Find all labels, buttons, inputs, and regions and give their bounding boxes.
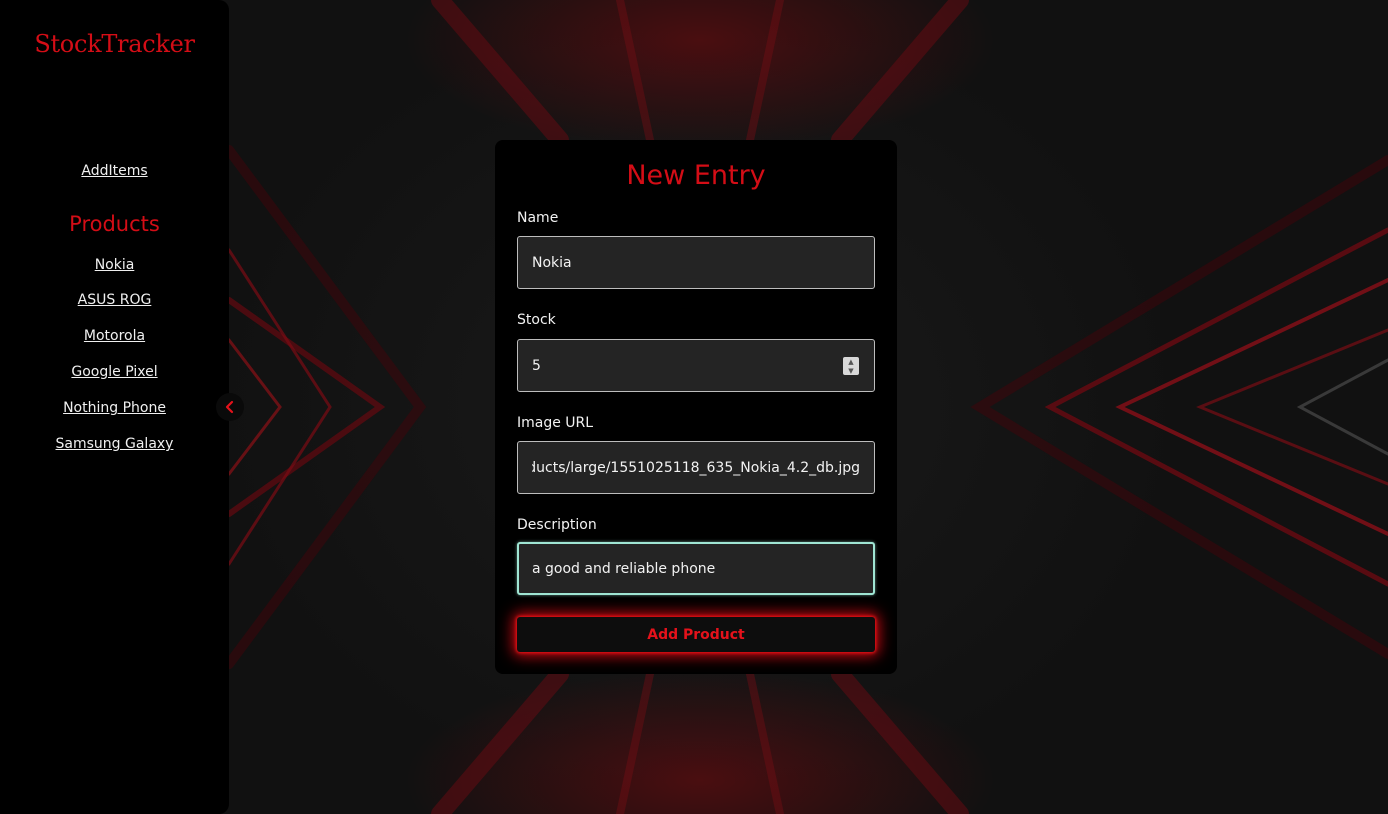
stock-input-value: 5 <box>532 357 541 374</box>
image-url-input-value: roducts/large/1551025118_635_Nokia_4.2_d… <box>532 459 860 476</box>
image-url-input[interactable]: roducts/large/1551025118_635_Nokia_4.2_d… <box>517 441 875 494</box>
chevron-left-icon <box>225 400 234 414</box>
product-link-samsung-galaxy[interactable]: Samsung Galaxy <box>0 436 229 452</box>
description-input[interactable]: a good and reliable phone <box>517 542 875 595</box>
description-label: Description <box>517 517 597 533</box>
name-input[interactable]: Nokia <box>517 236 875 289</box>
product-link-nothing-phone[interactable]: Nothing Phone <box>0 400 229 416</box>
product-link-motorola[interactable]: Motorola <box>0 328 229 344</box>
product-link-asus-rog[interactable]: ASUS ROG <box>0 292 229 308</box>
add-product-button[interactable]: Add Product <box>517 617 875 652</box>
image-url-label: Image URL <box>517 415 594 431</box>
product-link-nokia[interactable]: Nokia <box>0 257 229 273</box>
form-title: New Entry <box>626 160 766 191</box>
stock-label: Stock <box>517 312 556 328</box>
product-link-google-pixel[interactable]: Google Pixel <box>0 364 229 380</box>
description-input-value: a good and reliable phone <box>532 560 716 577</box>
nav-link-add-items[interactable]: AddItems <box>0 163 229 179</box>
products-heading: Products <box>69 212 160 236</box>
sidebar: StockTracker AddItems Products Nokia ASU… <box>0 0 229 814</box>
name-label: Name <box>517 210 559 226</box>
stepper-up-icon[interactable]: ▲ <box>843 357 859 366</box>
new-entry-form: New Entry Name Nokia Stock 5 ▲ ▼ Image U… <box>495 140 897 674</box>
brand-logo: StockTracker <box>34 30 195 58</box>
name-input-value: Nokia <box>532 254 572 271</box>
stock-stepper[interactable]: ▲ ▼ <box>843 357 859 375</box>
stepper-down-icon[interactable]: ▼ <box>843 366 859 375</box>
stock-input[interactable]: 5 ▲ ▼ <box>517 339 875 392</box>
sidebar-collapse-button[interactable] <box>216 393 244 421</box>
